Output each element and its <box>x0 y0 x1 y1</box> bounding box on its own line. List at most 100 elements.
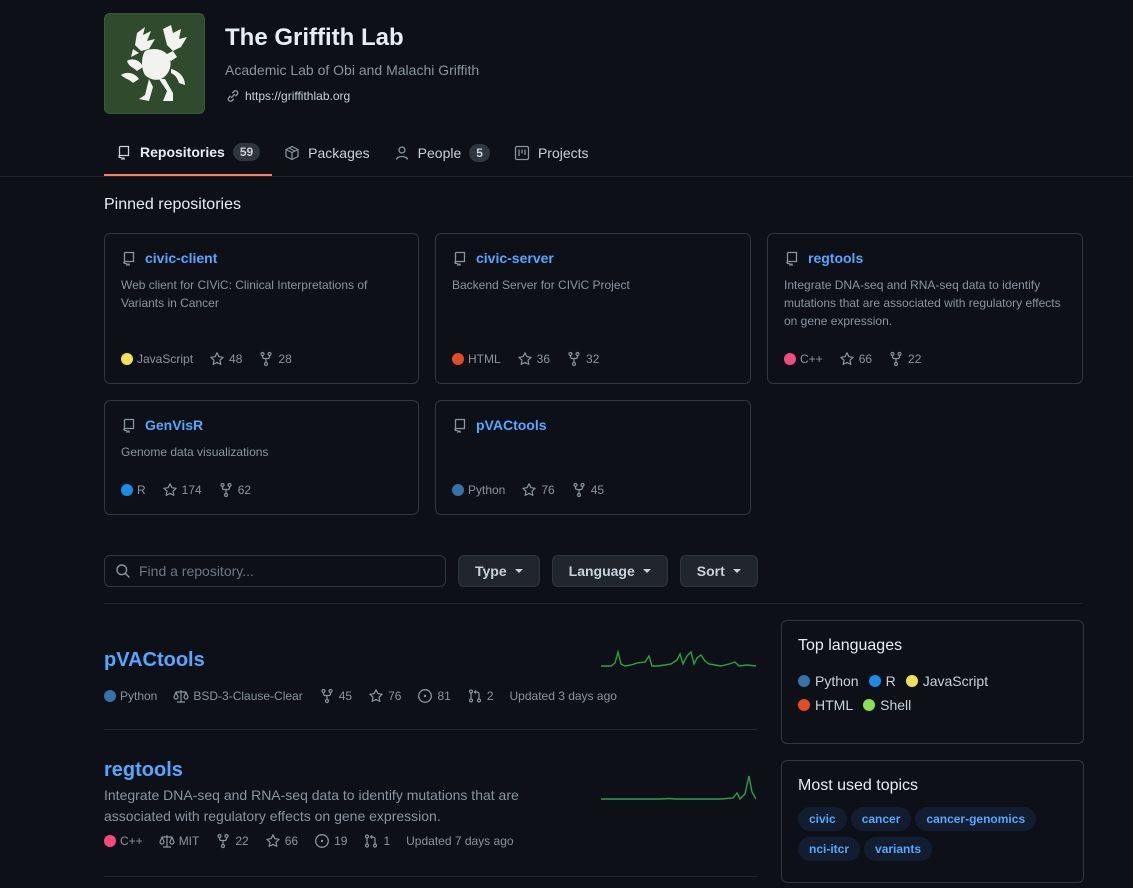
topics-box: Most used topics civic cancer cancer-gen… <box>781 760 1084 883</box>
topic-tag[interactable]: cancer <box>850 807 912 831</box>
stars-link[interactable]: 66 <box>839 351 872 367</box>
topics-title: Most used topics <box>798 777 919 794</box>
stars-count: 174 <box>181 483 202 497</box>
pinned-repo-description: Genome data visualizations <box>121 445 269 459</box>
language-filter-shell[interactable]: Shell <box>863 697 911 713</box>
language-name: C++ <box>120 834 143 848</box>
pinned-repo-description: Web client for CIViC: Clinical Interpret… <box>121 278 368 310</box>
topic-tag[interactable]: nci-itcr <box>798 837 861 861</box>
org-header: The Griffith Lab Academic Lab of Obi and… <box>104 13 479 114</box>
forks-link[interactable]: 45 <box>571 482 604 498</box>
repo-language: JavaScript <box>121 352 193 366</box>
repo-language: HTML <box>452 352 501 366</box>
type-filter-label: Type <box>475 563 507 579</box>
language-filter-r[interactable]: R <box>868 673 896 689</box>
tab-packages-label: Packages <box>308 145 370 161</box>
language-name: Python <box>120 689 158 703</box>
type-filter-button[interactable]: Type <box>458 555 540 587</box>
tab-projects-label: Projects <box>537 145 589 161</box>
pulls-count: 1 <box>383 834 391 848</box>
pulls-link[interactable]: 1 <box>363 833 390 849</box>
topic-tag[interactable]: cancer-genomics <box>915 807 1037 831</box>
language-name: JavaScript <box>137 352 194 366</box>
repo-icon <box>786 251 798 266</box>
repo-language: R <box>121 483 146 497</box>
repo-language: C++ <box>104 834 143 848</box>
top-languages-list: Python R JavaScript HTML Shell <box>798 673 1018 713</box>
repo-language: C++ <box>784 352 823 366</box>
filter-divider <box>104 603 1083 604</box>
language-name: R <box>885 673 896 689</box>
language-name: HTML <box>815 697 854 713</box>
tab-repositories-label: Repositories <box>140 144 225 160</box>
language-filter-label: Language <box>568 563 635 579</box>
forks-link[interactable]: 22 <box>215 833 249 849</box>
stars-link[interactable]: 36 <box>517 351 550 367</box>
org-tabs: Repositories 59 Packages People 5 Projec… <box>104 130 601 177</box>
issues-link[interactable]: 81 <box>417 688 451 704</box>
tab-packages[interactable]: Packages <box>272 130 381 176</box>
pinned-card-civic-server: civic-server Backend Server for CIViC Pr… <box>435 233 751 384</box>
topic-tag[interactable]: variants <box>864 837 933 861</box>
topic-tag[interactable]: civic <box>798 807 847 831</box>
top-languages-title: Top languages <box>798 637 903 654</box>
pinned-repo-link[interactable]: civic-server <box>476 250 554 266</box>
stars-count: 76 <box>388 689 402 703</box>
sort-label: Sort <box>696 563 725 579</box>
org-url[interactable]: https://griffithlab.org <box>245 89 350 103</box>
stars-count: 76 <box>541 483 555 497</box>
language-filter-button[interactable]: Language <box>551 555 668 587</box>
project-icon <box>514 145 530 161</box>
repo-description: Integrate DNA-seq and RNA-seq data to id… <box>104 787 519 824</box>
repo-icon <box>123 418 135 433</box>
tab-people[interactable]: People 5 <box>382 130 502 176</box>
pulls-link[interactable]: 2 <box>467 688 494 704</box>
tab-repositories[interactable]: Repositories 59 <box>104 130 273 176</box>
pinned-card-pvactools: pVACtools Python 76 45 <box>435 400 751 515</box>
pinned-repo-link[interactable]: civic-client <box>145 250 217 266</box>
tab-projects[interactable]: Projects <box>502 130 601 176</box>
pinned-repo-link[interactable]: regtools <box>808 250 863 266</box>
language-name: Python <box>815 673 859 689</box>
org-avatar[interactable] <box>104 13 205 114</box>
forks-link[interactable]: 45 <box>319 688 352 704</box>
issues-link[interactable]: 19 <box>314 833 347 849</box>
repo-license: BSD-3-Clause-Clear <box>173 688 303 704</box>
language-name: R <box>137 483 146 497</box>
link-icon <box>227 90 239 102</box>
forks-count: 22 <box>908 352 922 366</box>
repo-search-input[interactable] <box>137 562 427 580</box>
stars-count: 36 <box>536 352 551 366</box>
language-color-dot <box>121 353 133 365</box>
forks-link[interactable]: 32 <box>566 351 599 367</box>
repo-language: Python <box>452 483 505 497</box>
stars-link[interactable]: 66 <box>265 833 298 849</box>
forks-count: 32 <box>586 352 600 366</box>
stars-link[interactable]: 174 <box>162 482 202 498</box>
stars-link[interactable]: 48 <box>209 351 242 367</box>
person-icon <box>395 146 408 160</box>
sort-button[interactable]: Sort <box>679 555 758 587</box>
language-filter-javascript[interactable]: JavaScript <box>905 673 988 689</box>
pinned-repo-link[interactable]: pVACtools <box>476 417 547 433</box>
pinned-repo-link[interactable]: GenVisR <box>145 417 203 433</box>
language-color-dot <box>452 484 464 496</box>
activity-sparkline <box>601 649 756 667</box>
forks-link[interactable]: 62 <box>218 482 251 498</box>
repo-divider <box>104 876 757 877</box>
star-icon <box>839 352 854 365</box>
repo-icon <box>123 251 135 266</box>
org-website[interactable]: https://griffithlab.org <box>225 88 479 104</box>
repo-license: MIT <box>159 833 199 849</box>
forks-link[interactable]: 28 <box>258 351 292 367</box>
forks-link[interactable]: 22 <box>888 351 921 367</box>
people-count: 5 <box>469 144 490 162</box>
language-filter-html[interactable]: HTML <box>798 697 853 713</box>
repo-icon <box>454 251 466 266</box>
stars-link[interactable]: 76 <box>368 688 401 704</box>
language-filter-python[interactable]: Python <box>798 673 859 689</box>
pulls-count: 2 <box>486 689 494 703</box>
caret-down-icon <box>514 569 523 573</box>
stars-link[interactable]: 76 <box>521 482 555 498</box>
topics-list: civic cancer cancer-genomics nci-itcr va… <box>798 807 1048 861</box>
